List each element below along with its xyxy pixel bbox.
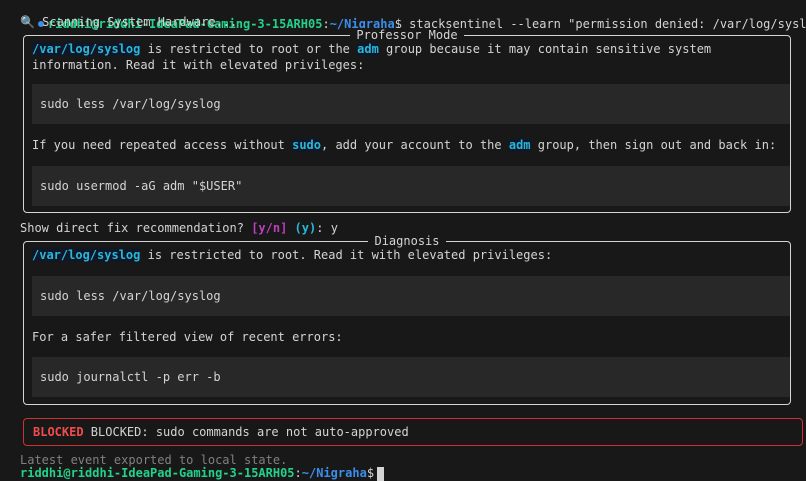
code-block-less[interactable]: sudo less /var/log/syslog <box>32 276 790 316</box>
diagnosis-panel: Diagnosis /var/log/syslog is restricted … <box>23 234 791 405</box>
professor-paragraph-2: If you need repeated access without sudo… <box>32 138 777 152</box>
diagnosis-paragraph-1: /var/log/syslog is restricted to root. R… <box>32 248 553 262</box>
professor-mode-panel: Professor Mode /var/log/syslog is restri… <box>23 28 791 213</box>
adm-group: adm <box>508 138 531 152</box>
syslog-path: /var/log/syslog <box>32 42 141 56</box>
prompt-line[interactable]: riddhi@riddhi-IdeaPad-Gaming-3-15ARH05:~… <box>20 465 385 481</box>
code-block-usermod[interactable]: sudo usermod -aG adm "$USER" <box>32 166 790 206</box>
diagnosis-paragraph-2: For a safer filtered view of recent erro… <box>32 330 343 344</box>
professor-paragraph-1: /var/log/syslog is restricted to root or… <box>32 42 719 72</box>
adm-group: adm <box>357 42 379 56</box>
prompt-user-host: riddhi@riddhi-IdeaPad-Gaming-3-15ARH05 <box>20 466 295 480</box>
blocked-message: BLOCKED: sudo commands are not auto-appr… <box>83 425 409 439</box>
cursor-icon <box>377 466 385 481</box>
syslog-path: /var/log/syslog <box>32 248 141 262</box>
code-block-less[interactable]: sudo less /var/log/syslog <box>32 84 790 124</box>
diagnosis-title: Diagnosis <box>368 234 446 248</box>
code-block-journalctl[interactable]: sudo journalctl -p err -b <box>32 357 790 397</box>
terminal-window[interactable]: riddhi@riddhi-IdeaPad-Gaming-3-15ARH05:~… <box>0 0 806 481</box>
sudo-keyword: sudo <box>292 138 321 152</box>
blocked-alert: BLOCKED BLOCKED: sudo commands are not a… <box>23 418 803 446</box>
blocked-tag: BLOCKED <box>33 425 84 439</box>
professor-mode-title: Professor Mode <box>350 28 464 42</box>
prompt-path: ~/Nigraha <box>301 466 367 480</box>
